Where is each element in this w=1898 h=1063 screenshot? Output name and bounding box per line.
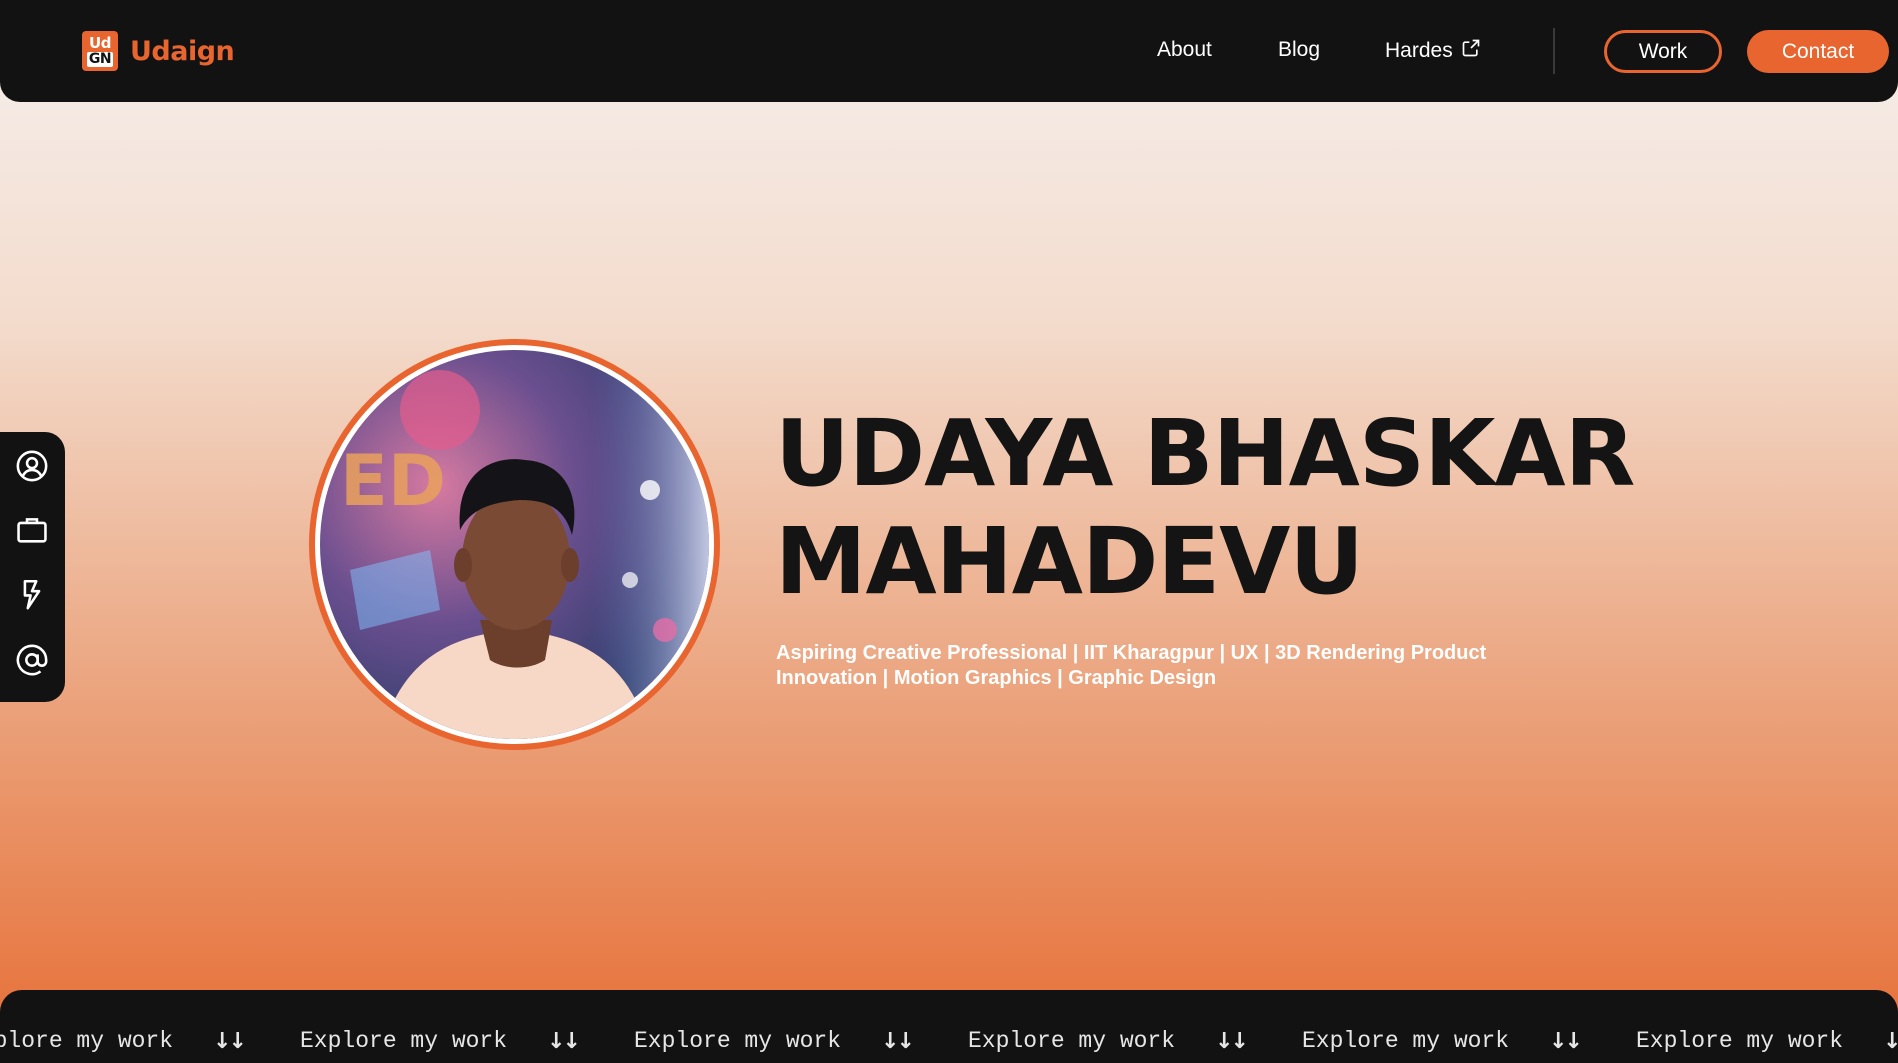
briefcase-icon[interactable] [14,512,50,548]
top-navbar: Ud GN Udaign About Blog Hardes Work Cont… [0,0,1898,102]
marquee-track: Explore my work↓↓Explore my work↓↓Explor… [0,1028,1898,1054]
nav-blog-link[interactable]: Blog [1278,38,1320,62]
lightning-icon[interactable] [14,576,50,612]
marquee-item: Explore my work ↓↓ [968,1028,1302,1054]
hero-name-line2: MAHADEVU [775,508,1364,615]
svg-text:ED: ED [340,440,446,522]
double-arrow-down-icon: ↓↓ [881,1028,915,1054]
marquee-item: Explore my work ↓↓ [1636,1028,1898,1054]
double-arrow-down-icon: ↓↓ [547,1028,581,1054]
marquee-item: Explore my work ↓↓ [300,1028,634,1054]
contact-button[interactable]: Contact [1747,30,1889,73]
hero-tagline: Aspiring Creative Professional | IIT Kha… [776,642,1487,689]
explore-marquee[interactable]: Explore my work↓↓Explore my work↓↓Explor… [0,990,1898,1063]
at-icon[interactable] [14,642,50,678]
logo-mark-bottom: GN [86,51,114,67]
double-arrow-down-icon: ↓↓ [1549,1028,1583,1054]
brand-logo[interactable]: Ud GN Udaign [82,31,235,71]
side-icon-rail [0,432,65,702]
double-arrow-down-icon: ↓↓ [213,1028,247,1054]
profile-photo: ED [320,350,709,739]
user-icon[interactable] [14,448,50,484]
external-link-icon [1461,38,1481,64]
hero-name: UDAYA BHASKAR MAHADEVU [775,400,1675,616]
marquee-text: Explore my work [0,1028,174,1054]
marquee-text: Explore my work [300,1028,508,1054]
marquee-text: Explore my work [968,1028,1176,1054]
nav-hardes-label: Hardes [1385,39,1453,62]
nav-about-label: About [1157,38,1212,61]
nav-divider [1553,28,1555,74]
double-arrow-down-icon: ↓↓ [1215,1028,1249,1054]
marquee-text: Explore my work [1636,1028,1844,1054]
nav-about-link[interactable]: About [1157,38,1212,62]
profile-portrait: ED [309,339,720,750]
work-button[interactable]: Work [1604,30,1722,73]
logo-mark-top: Ud [89,34,111,52]
marquee-item: Explore my work ↓↓ [634,1028,968,1054]
hero-name-line1: UDAYA BHASKAR [775,400,1635,507]
brand-name: Udaign [130,35,235,67]
marquee-item: Explore my work ↓↓ [1302,1028,1636,1054]
nav-blog-label: Blog [1278,38,1321,61]
logo-mark: Ud GN [82,31,118,71]
double-arrow-down-icon: ↓↓ [1883,1028,1898,1054]
marquee-item: Explore my work ↓↓ [0,1028,300,1054]
marquee-text: Explore my work [1302,1028,1510,1054]
marquee-text: Explore my work [634,1028,842,1054]
nav-hardes-link[interactable]: Hardes [1385,38,1481,64]
